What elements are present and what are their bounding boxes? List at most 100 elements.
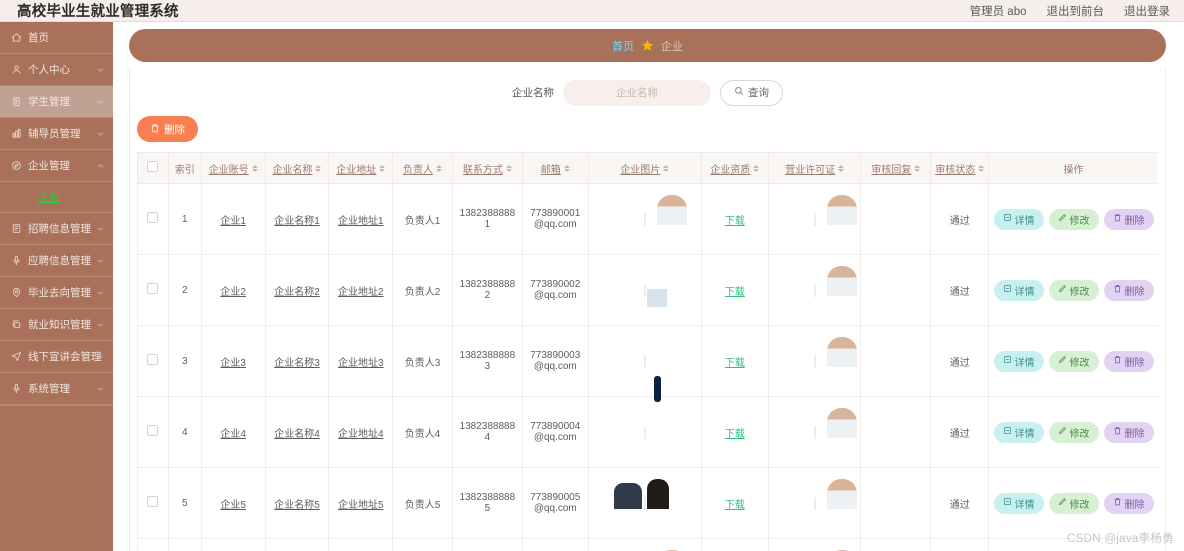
download-link[interactable]: 下载: [725, 287, 745, 298]
sort-icon[interactable]: [914, 164, 921, 172]
col-header-address[interactable]: 企业地址: [328, 152, 394, 184]
license-thumb[interactable]: [813, 496, 816, 510]
row-action-edit[interactable]: 修改: [1048, 279, 1099, 301]
cell-name[interactable]: 企业名称1: [264, 183, 330, 255]
sidebar-item-5[interactable]: 招聘信息管理: [0, 213, 113, 245]
cell-name[interactable]: 企业名称6: [264, 538, 330, 551]
cell-license[interactable]: [767, 254, 862, 326]
row-action-detail[interactable]: 详情: [993, 421, 1044, 443]
row-checkbox[interactable]: [147, 283, 159, 294]
sort-icon[interactable]: [753, 164, 760, 172]
sort-icon[interactable]: [838, 164, 845, 172]
cell-account[interactable]: 企业3: [200, 325, 266, 397]
logout-link[interactable]: 退出登录: [1124, 3, 1170, 19]
col-header-license[interactable]: 营业许可证: [767, 152, 862, 184]
cell-photo[interactable]: [587, 254, 702, 326]
sort-icon[interactable]: [978, 164, 985, 172]
enterprise-photo-thumb[interactable]: [643, 212, 646, 226]
sidebar-item-6[interactable]: 应聘信息管理: [0, 245, 113, 277]
sidebar-item-7[interactable]: 毕业去向管理: [0, 277, 113, 309]
sort-icon[interactable]: [563, 164, 570, 172]
sidebar-item-3[interactable]: 辅导员管理: [0, 118, 113, 150]
cell-address[interactable]: 企业地址2: [328, 254, 394, 326]
sort-icon[interactable]: [663, 164, 670, 172]
sidebar-subitem-enterprise[interactable]: 企业: [0, 182, 113, 213]
sort-icon[interactable]: [315, 164, 322, 172]
cell-account[interactable]: 企业6: [200, 538, 266, 551]
cell-license[interactable]: [767, 183, 862, 255]
cell-account[interactable]: 企业5: [200, 467, 266, 539]
sidebar-item-2[interactable]: 学生管理: [0, 86, 113, 118]
sidebar-item-4[interactable]: 企业管理: [0, 150, 113, 182]
sort-icon[interactable]: [436, 164, 443, 172]
col-header-qualification[interactable]: 企业资质: [700, 152, 769, 184]
row-action-detail[interactable]: 详情: [993, 492, 1044, 514]
download-link[interactable]: 下载: [725, 216, 745, 227]
enterprise-photo-thumb[interactable]: [643, 425, 646, 439]
cell-address[interactable]: 企业地址6: [328, 538, 394, 551]
col-header-account[interactable]: 企业账号: [200, 152, 266, 184]
col-header-phone[interactable]: 联系方式: [451, 152, 523, 184]
admin-user-label[interactable]: 管理员 abo: [970, 3, 1027, 19]
col-header-reply[interactable]: 审核回复: [860, 152, 932, 184]
cell-name[interactable]: 企业名称4: [264, 396, 330, 468]
cell-photo[interactable]: [587, 396, 702, 468]
exit-to-front-link[interactable]: 退出到前台: [1047, 3, 1105, 19]
row-action-detail[interactable]: 详情: [993, 350, 1044, 372]
cell-license[interactable]: [767, 325, 862, 397]
cell-address[interactable]: 企业地址3: [328, 325, 394, 397]
cell-address[interactable]: 企业地址4: [328, 396, 394, 468]
select-all-checkbox[interactable]: [147, 161, 159, 172]
download-link[interactable]: 下载: [725, 429, 745, 440]
sidebar-item-0[interactable]: 首页: [0, 22, 113, 54]
cell-photo[interactable]: [587, 325, 702, 397]
cell-account[interactable]: 企业1: [200, 183, 266, 255]
row-action-del[interactable]: 删除: [1103, 350, 1154, 372]
download-link[interactable]: 下载: [725, 358, 745, 369]
row-action-detail[interactable]: 详情: [993, 279, 1044, 301]
sidebar-item-10[interactable]: 系统管理: [0, 373, 113, 405]
cell-license[interactable]: [767, 396, 862, 468]
row-action-detail[interactable]: 详情: [993, 208, 1044, 230]
cell-name[interactable]: 企业名称5: [264, 467, 330, 539]
col-header-name[interactable]: 企业名称: [264, 152, 330, 184]
download-link[interactable]: 下载: [725, 500, 745, 511]
cell-address[interactable]: 企业地址5: [328, 467, 394, 539]
sort-icon[interactable]: [505, 164, 512, 172]
row-action-edit[interactable]: 修改: [1048, 350, 1099, 372]
cell-name[interactable]: 企业名称2: [264, 254, 330, 326]
enterprise-photo-thumb[interactable]: [643, 354, 646, 368]
row-action-del[interactable]: 删除: [1103, 208, 1154, 230]
row-action-edit[interactable]: 修改: [1048, 421, 1099, 443]
license-thumb[interactable]: [813, 425, 816, 439]
cell-photo[interactable]: [587, 467, 702, 539]
cell-license[interactable]: [767, 538, 862, 551]
license-thumb[interactable]: [813, 354, 816, 368]
cell-license[interactable]: [767, 467, 862, 539]
col-header-photo[interactable]: 企业图片: [587, 152, 702, 184]
sort-icon[interactable]: [379, 164, 386, 172]
cell-name[interactable]: 企业名称3: [264, 325, 330, 397]
enterprise-photo-thumb[interactable]: [643, 283, 646, 297]
enterprise-photo-thumb[interactable]: [643, 496, 646, 510]
search-input[interactable]: [563, 79, 711, 106]
row-action-edit[interactable]: 修改: [1048, 208, 1099, 230]
row-action-del[interactable]: 删除: [1103, 492, 1154, 514]
query-button[interactable]: 查询: [720, 79, 783, 106]
breadcrumb-home[interactable]: 首页: [612, 38, 634, 54]
row-checkbox[interactable]: [147, 212, 159, 223]
row-checkbox[interactable]: [147, 425, 159, 436]
sidebar-item-1[interactable]: 个人中心: [0, 54, 113, 86]
cell-address[interactable]: 企业地址1: [328, 183, 394, 255]
sidebar-item-8[interactable]: 就业知识管理: [0, 309, 113, 341]
sort-icon[interactable]: [251, 164, 258, 172]
license-thumb[interactable]: [813, 212, 816, 226]
cell-photo[interactable]: [587, 183, 702, 255]
row-checkbox[interactable]: [147, 354, 159, 365]
col-header-email[interactable]: 邮箱: [521, 152, 589, 184]
row-action-del[interactable]: 删除: [1103, 421, 1154, 443]
col-header-status[interactable]: 审核状态: [930, 152, 990, 184]
row-action-edit[interactable]: 修改: [1048, 492, 1099, 514]
license-thumb[interactable]: [813, 283, 816, 297]
row-action-del[interactable]: 删除: [1103, 279, 1154, 301]
